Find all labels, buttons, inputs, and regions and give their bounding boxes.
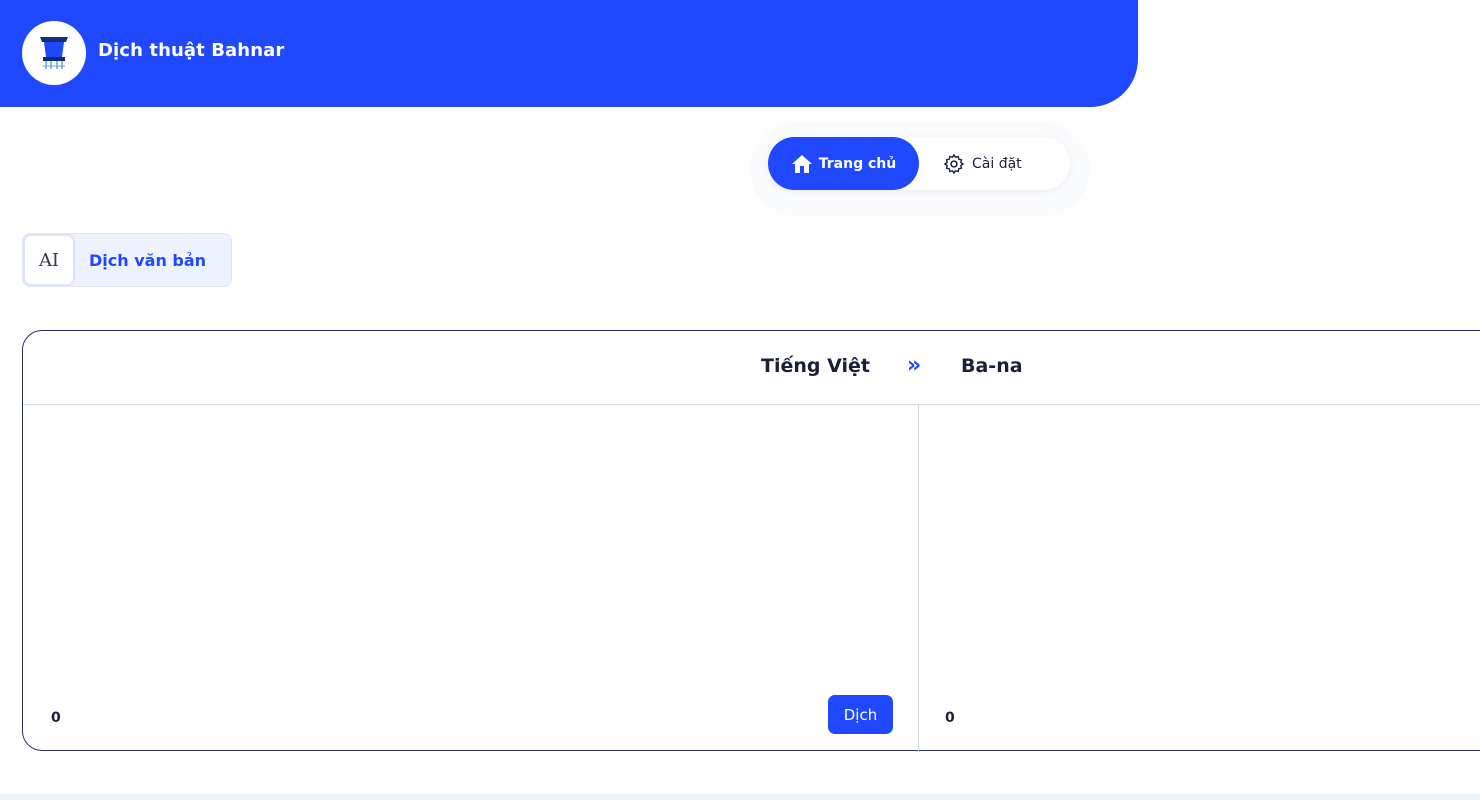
language-bar: Tiếng Việt » Ba-na [23,331,1480,405]
logo-icon [40,37,68,69]
home-icon [791,154,812,173]
nav-home-label: Trang chủ [818,155,897,172]
nav-settings-button[interactable]: Cài đặt [943,137,1022,190]
target-char-count: 0 [945,710,955,726]
panel-divider [918,405,919,751]
text-translate-icon: AI [23,234,75,286]
tab-text-translation-label: Dịch văn bản [89,250,207,270]
app-title: Dịch thuật Bahnar [98,40,285,61]
tab-text-translation[interactable]: AI Dịch văn bản [22,233,232,287]
source-language-selector[interactable]: Tiếng Việt [761,355,870,377]
nav-settings-label: Cài đặt [972,155,1022,172]
target-language-selector[interactable]: Ba-na [961,355,1023,377]
app-logo[interactable] [22,21,86,85]
translate-button[interactable]: Dịch [828,695,893,734]
translator-panel: Tiếng Việt » Ba-na 0 Dịch 0 [22,330,1480,751]
nav-home-button[interactable]: Trang chủ [768,137,919,190]
source-text-input[interactable] [43,421,903,681]
app-header: Dịch thuật Bahnar [0,0,1138,107]
main-nav: Trang chủ Cài đặt [768,137,1070,190]
double-chevron-right-icon[interactable]: » [907,353,921,378]
footer-strip [0,794,1480,800]
source-char-count: 0 [51,710,61,726]
gear-icon [944,153,964,174]
